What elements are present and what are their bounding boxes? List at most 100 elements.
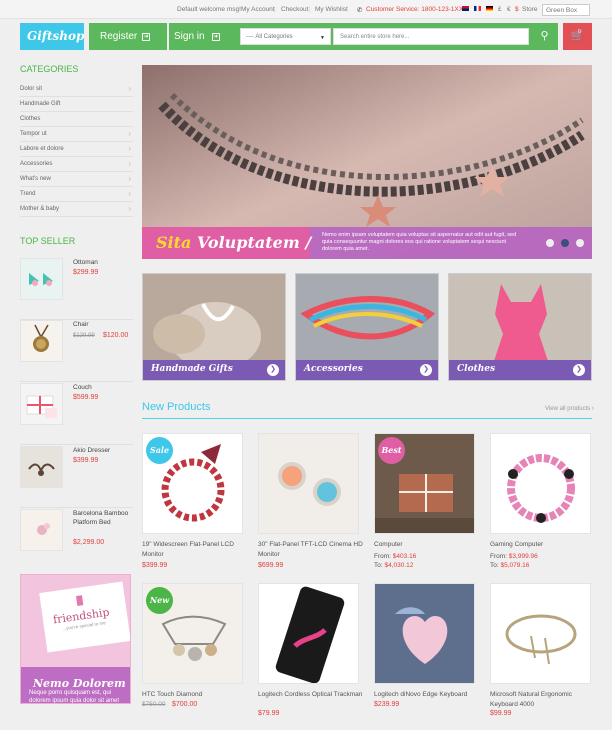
banner-accessories[interactable]: Accessories ❯ bbox=[295, 273, 439, 381]
register-button[interactable]: Register ➜ bbox=[89, 23, 167, 50]
slider-dot[interactable] bbox=[576, 239, 584, 247]
view-all-label: View all products bbox=[545, 406, 591, 412]
category-item[interactable]: What's new › bbox=[20, 172, 133, 187]
category-label: What's new bbox=[20, 176, 51, 182]
flag-de-icon[interactable] bbox=[486, 6, 493, 11]
price-from-value: $403.16 bbox=[392, 553, 417, 560]
hero-slider[interactable]: Sita Voluptatem / Nemo enim ipsam volupt… bbox=[142, 65, 592, 259]
chevron-right-icon[interactable]: › bbox=[128, 159, 131, 168]
product-name[interactable]: Akio Dresser bbox=[73, 446, 110, 455]
arrow-right-icon[interactable]: ❯ bbox=[267, 364, 279, 376]
customer-service: Customer Service: 1800-123-1XXX bbox=[366, 6, 468, 13]
product-name[interactable]: 19" Widescreen Flat-Panel LCD Monitor bbox=[142, 540, 252, 560]
price-from: From: $3,999.96 bbox=[490, 553, 538, 560]
product-name[interactable]: HTC Touch Diamond bbox=[142, 690, 252, 700]
search-button[interactable]: ⚲ bbox=[531, 23, 558, 50]
my-wishlist-link[interactable]: My Wishlist bbox=[315, 6, 348, 13]
search-icon: ⚲ bbox=[540, 30, 549, 42]
slider-dot[interactable] bbox=[546, 239, 554, 247]
flag-uk-icon[interactable] bbox=[462, 6, 469, 11]
view-all-products-link[interactable]: View all products › bbox=[545, 406, 594, 412]
product-image[interactable] bbox=[490, 433, 591, 534]
top-seller-item[interactable]: Chair $129.99 $120.00 bbox=[20, 320, 133, 382]
product-image[interactable] bbox=[374, 583, 475, 684]
category-item[interactable]: Mother & baby › bbox=[20, 202, 133, 217]
product-name[interactable]: Computer bbox=[374, 540, 484, 550]
price-to-value: $5,079.16 bbox=[500, 562, 530, 569]
product-name[interactable]: Ottoman bbox=[73, 258, 98, 267]
category-item[interactable]: Clothes bbox=[20, 112, 133, 127]
new-badge: New bbox=[146, 587, 173, 614]
logo[interactable]: Giftshop bbox=[20, 23, 84, 50]
category-select[interactable]: ---- All Categories ▼ bbox=[240, 28, 331, 45]
store-select[interactable]: Green Box bbox=[542, 4, 590, 16]
product-name[interactable]: Logitech diNovo Edge Keyboard bbox=[374, 690, 484, 700]
currency-usd[interactable]: $ bbox=[515, 6, 519, 13]
category-label: Accessories bbox=[20, 161, 53, 167]
category-item[interactable]: Trend › bbox=[20, 187, 133, 202]
chevron-right-icon[interactable]: › bbox=[128, 189, 131, 198]
chevron-right-icon[interactable]: › bbox=[128, 204, 131, 213]
category-item[interactable]: Tempor ut › bbox=[20, 127, 133, 142]
top-seller-item[interactable]: Akio Dresser $399.99 bbox=[20, 446, 133, 508]
price-to-value: $4,030.12 bbox=[384, 562, 414, 569]
checkout-link[interactable]: Checkout bbox=[281, 6, 308, 13]
best-badge: Best bbox=[378, 437, 405, 464]
category-item[interactable]: Labore et dolore › bbox=[20, 142, 133, 157]
sale-badge: Sale bbox=[146, 437, 173, 464]
top-seller-item[interactable]: Couch $599.99 bbox=[20, 383, 133, 445]
category-label: Trend bbox=[20, 191, 36, 197]
product-name[interactable]: Gaming Computer bbox=[490, 540, 600, 550]
cart-button[interactable]: 🛒 0 bbox=[563, 23, 592, 50]
product-name[interactable]: Couch bbox=[73, 383, 92, 392]
arrow-right-icon[interactable]: ❯ bbox=[420, 364, 432, 376]
banner-label: Clothes bbox=[457, 364, 496, 374]
categories-title: CATEGORIES bbox=[20, 64, 79, 74]
chevron-right-icon[interactable]: › bbox=[128, 84, 131, 93]
top-seller-item[interactable]: Barcelona Bamboo Platform Bed $2,299.00 bbox=[20, 509, 133, 565]
category-item[interactable]: Handmade Gift bbox=[20, 97, 133, 112]
currency-eur[interactable]: € bbox=[507, 6, 511, 13]
product-price: $2,299.00 bbox=[73, 539, 105, 546]
slider-title: Sita Voluptatem / bbox=[156, 233, 311, 252]
product-price: $399.99 bbox=[73, 457, 99, 464]
promo-banner[interactable]: friendship ...you're special to me Nemo … bbox=[20, 574, 131, 704]
product-name[interactable]: Barcelona Bamboo Platform Bed bbox=[73, 509, 133, 527]
category-label: Tempor ut bbox=[20, 131, 47, 137]
product-price: $239.99 bbox=[374, 701, 400, 708]
slider-dot-active[interactable] bbox=[561, 239, 569, 247]
product-name[interactable]: Microsoft Natural Ergonomic Keyboard 400… bbox=[490, 690, 600, 710]
flag-fr-icon[interactable] bbox=[474, 6, 481, 11]
promo-card-image: friendship ...you're special to me bbox=[39, 581, 130, 653]
chevron-right-icon[interactable]: › bbox=[128, 174, 131, 183]
product-name[interactable]: 30" Flat-Panel TFT-LCD Cinema HD Monitor bbox=[258, 540, 368, 560]
from-label: From: bbox=[374, 553, 391, 560]
arrow-right-icon[interactable]: ❯ bbox=[573, 364, 585, 376]
store-label: Store bbox=[522, 6, 538, 13]
search-input[interactable]: Search entire store here... bbox=[333, 28, 529, 45]
product-image[interactable] bbox=[20, 320, 63, 362]
product-image[interactable] bbox=[258, 433, 359, 534]
banner-clothes[interactable]: Clothes ❯ bbox=[448, 273, 592, 381]
category-select-value: ---- All Categories bbox=[246, 34, 293, 40]
category-list: Dolor sit › Handmade Gift Clothes Tempor ut ›… bbox=[20, 82, 133, 217]
chevron-right-icon[interactable]: › bbox=[128, 144, 131, 153]
slider-title-accent: Sita bbox=[156, 233, 192, 252]
product-name[interactable]: Logitech Cordless Optical Trackman bbox=[258, 690, 368, 700]
banner-handmade-gifts[interactable]: Handmade Gifts ❯ bbox=[142, 273, 286, 381]
product-image[interactable] bbox=[490, 583, 591, 684]
product-image[interactable] bbox=[258, 583, 359, 684]
chevron-right-icon[interactable]: › bbox=[128, 129, 131, 138]
top-seller-item[interactable]: Ottoman $299.99 bbox=[20, 258, 133, 320]
product-image[interactable] bbox=[20, 383, 63, 425]
product-name[interactable]: Chair bbox=[73, 320, 89, 329]
currency-gbp[interactable]: £ bbox=[498, 6, 502, 13]
banner-label: Handmade Gifts bbox=[151, 364, 233, 374]
category-item[interactable]: Accessories › bbox=[20, 157, 133, 172]
product-image[interactable] bbox=[20, 258, 63, 300]
product-image[interactable] bbox=[20, 509, 63, 551]
product-image[interactable] bbox=[20, 446, 63, 488]
my-account-link[interactable]: My Account bbox=[241, 6, 275, 13]
category-item[interactable]: Dolor sit › bbox=[20, 82, 133, 97]
sign-in-button[interactable]: Sign in ➜ bbox=[169, 23, 236, 50]
